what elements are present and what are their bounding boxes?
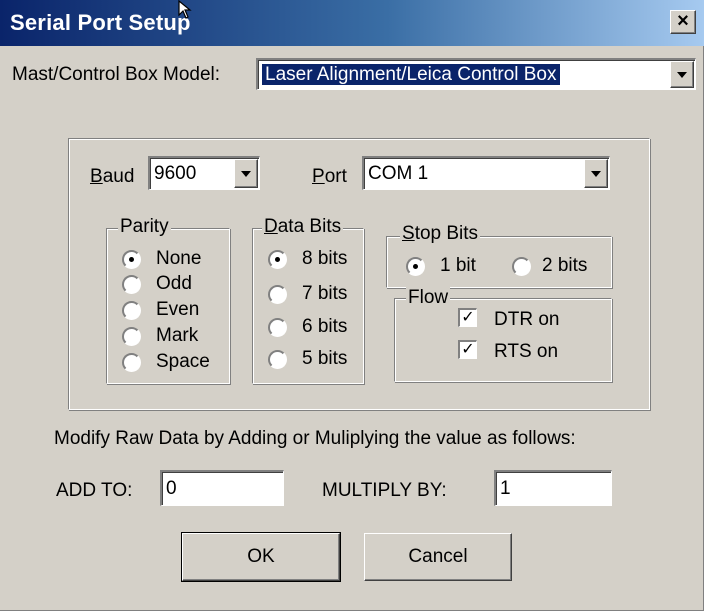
data-bits-title-text: ata Bits [277,216,342,237]
title-bar[interactable]: Serial Port Setup × [0,0,704,46]
model-label: Mast/Control Box Model: [12,64,221,85]
dtr-checkbox[interactable]: ✓ [458,308,477,327]
port-label-text: ort [324,166,347,187]
stop-bits-1-radio[interactable] [406,257,425,276]
parity-mark-label: Mark [156,325,199,346]
port-label-accel: P [312,166,325,187]
baud-label-accel: B [90,166,103,187]
data-bits-8-label: 8 bits [302,248,348,269]
data-bits-6-radio[interactable] [268,318,287,337]
multiply-by-label: MULTIPLY BY: [322,480,447,501]
stop-bits-title-text: top Bits [414,223,479,244]
close-button[interactable]: × [670,10,696,34]
stop-bits-1-label: 1 bit [440,255,476,276]
stop-bits-2-label: 2 bits [542,255,588,276]
port-dropdown-button[interactable] [584,159,608,188]
parity-odd-radio[interactable] [122,275,141,294]
rts-label: RTS on [494,341,559,362]
data-bits-group-title: Data Bits [262,216,344,238]
add-to-value: 0 [166,478,177,499]
cancel-button[interactable]: Cancel [364,533,512,581]
add-to-label: ADD TO: [56,480,133,501]
parity-none-radio[interactable] [122,250,141,269]
port-select[interactable]: COM 1 [362,156,610,190]
ok-button[interactable]: OK [181,532,341,582]
window-title: Serial Port Setup [10,10,191,35]
modify-instruction: Modify Raw Data by Adding or Muliplying … [54,428,576,449]
multiply-by-value: 1 [500,478,511,499]
checkmark-icon: ✓ [461,309,475,326]
serial-port-setup-dialog: Serial Port Setup × Mast/Control Box Mod… [0,0,704,611]
baud-dropdown-button[interactable] [234,159,258,188]
stop-bits-group-title: Stop Bits [400,223,481,245]
parity-mark-radio[interactable] [122,327,141,346]
dtr-label: DTR on [494,309,560,330]
rts-checkbox[interactable]: ✓ [458,340,477,359]
port-select-value: COM 1 [368,163,429,184]
model-dropdown-button[interactable] [670,61,694,88]
chevron-down-icon [591,170,601,177]
multiply-by-input[interactable]: 1 [494,470,612,506]
data-bits-5-label: 5 bits [302,348,348,369]
parity-space-label: Space [156,351,210,372]
parity-space-radio[interactable] [122,353,141,372]
data-bits-6-label: 6 bits [302,316,348,337]
data-bits-5-radio[interactable] [268,350,287,369]
data-bits-7-radio[interactable] [268,285,287,304]
add-to-input[interactable]: 0 [160,470,284,506]
baud-label: Baud [90,166,134,188]
baud-select[interactable]: 9600 [148,156,260,190]
baud-label-text: aud [102,166,135,187]
model-select-value: Laser Alignment/Leica Control Box [262,64,560,85]
data-bits-7-label: 7 bits [302,283,348,304]
parity-even-radio[interactable] [122,301,141,320]
parity-even-label: Even [156,299,200,320]
data-bits-title-accel: D [264,216,278,237]
model-select[interactable]: Laser Alignment/Leica Control Box [256,58,696,90]
ok-button-label: OK [247,546,275,567]
mouse-cursor-icon [178,0,192,19]
data-bits-8-radio[interactable] [268,250,287,269]
chevron-down-icon [677,71,687,78]
flow-group-title: Flow [406,287,451,309]
stop-bits-title-accel: S [402,223,415,244]
stop-bits-2-radio[interactable] [512,257,531,276]
parity-group-title: Parity [118,216,171,238]
checkmark-icon: ✓ [461,341,475,358]
baud-select-value: 9600 [154,163,197,184]
port-label: Port [312,166,347,188]
parity-none-label: None [156,248,202,269]
close-icon: × [677,10,689,32]
parity-odd-label: Odd [156,273,192,294]
chevron-down-icon [241,170,251,177]
cancel-button-label: Cancel [408,546,468,567]
